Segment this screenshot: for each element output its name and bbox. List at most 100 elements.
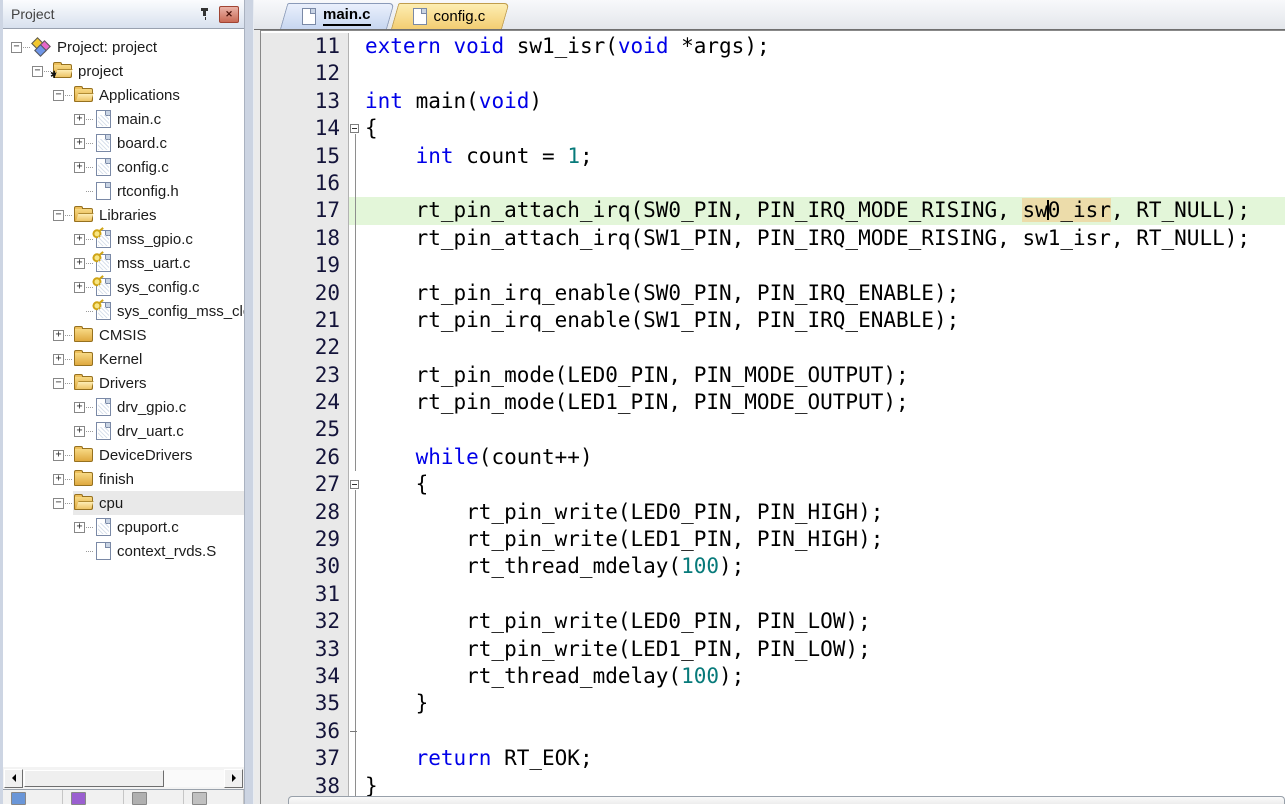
functions-view-tab[interactable] bbox=[124, 790, 184, 804]
code-text[interactable]: rt_pin_write(LED0_PIN, PIN_HIGH); bbox=[363, 499, 1285, 526]
tree-item-drivers[interactable]: −Drivers bbox=[3, 371, 244, 395]
tree-expander[interactable]: − bbox=[53, 90, 64, 101]
code-text[interactable]: rt_thread_mdelay(100); bbox=[363, 553, 1285, 580]
tree-item-project[interactable]: −✱project bbox=[3, 59, 244, 83]
code-text[interactable]: extern void sw1_isr(void *args); bbox=[363, 33, 1285, 60]
tree-item-body[interactable]: context_rvds.S bbox=[94, 539, 244, 563]
code-text[interactable]: int count = 1; bbox=[363, 143, 1285, 170]
tree-item-body[interactable]: Project: project bbox=[31, 35, 244, 59]
tree-item-sys-config-c[interactable]: + sys_config.c bbox=[3, 275, 244, 299]
tree-item-body[interactable]: board.c bbox=[94, 131, 244, 155]
tree-item-body[interactable]: config.c bbox=[94, 155, 244, 179]
templates-view-tab[interactable] bbox=[184, 790, 244, 804]
code-text[interactable] bbox=[363, 252, 1285, 279]
tree-item-main-c[interactable]: + main.c bbox=[3, 107, 244, 131]
tree-item-board-c[interactable]: + board.c bbox=[3, 131, 244, 155]
tree-item-project-project[interactable]: −Project: project bbox=[3, 35, 244, 59]
tree-item-body[interactable]: DeviceDrivers bbox=[73, 443, 244, 467]
code-text[interactable]: rt_pin_irq_enable(SW1_PIN, PIN_IRQ_ENABL… bbox=[363, 307, 1285, 334]
tree-item-body[interactable]: finish bbox=[73, 467, 244, 491]
tree-item-body[interactable]: mss_gpio.c bbox=[94, 227, 244, 251]
code-text[interactable]: rt_thread_mdelay(100); bbox=[363, 663, 1285, 690]
tree-expander[interactable]: − bbox=[53, 210, 64, 221]
docked-pane-edge[interactable] bbox=[288, 796, 1285, 804]
tree-expander[interactable]: + bbox=[74, 522, 85, 533]
tree-item-body[interactable]: cpu bbox=[73, 491, 244, 515]
tree-item-body[interactable]: sys_config.c bbox=[94, 275, 244, 299]
tree-expander[interactable]: + bbox=[53, 330, 64, 341]
books-view-tab[interactable] bbox=[63, 790, 123, 804]
tree-item-finish[interactable]: + finish bbox=[3, 467, 244, 491]
code-text[interactable]: return RT_EOK; bbox=[363, 745, 1285, 772]
tree-expander[interactable]: + bbox=[74, 402, 85, 413]
tree-expander[interactable]: + bbox=[74, 426, 85, 437]
code-view[interactable]: 11extern void sw1_isr(void *args);1213in… bbox=[260, 30, 1285, 804]
tree-item-body[interactable]: rtconfig.h bbox=[94, 179, 244, 203]
scrollbar-thumb[interactable] bbox=[24, 770, 164, 787]
tree-expander[interactable]: + bbox=[53, 474, 64, 485]
tree-expander[interactable]: − bbox=[11, 42, 22, 53]
code-text[interactable] bbox=[363, 170, 1285, 197]
tree-expander[interactable]: + bbox=[74, 114, 85, 125]
tree-item-body[interactable]: cpuport.c bbox=[94, 515, 244, 539]
tree-item-drv-uart-c[interactable]: + drv_uart.c bbox=[3, 419, 244, 443]
tree-expander[interactable]: + bbox=[53, 450, 64, 461]
tree-item-body[interactable]: drv_gpio.c bbox=[94, 395, 244, 419]
fold-collapse-icon[interactable] bbox=[349, 471, 363, 498]
tree-item-context-rvds-s[interactable]: context_rvds.S bbox=[3, 539, 244, 563]
code-text[interactable]: rt_pin_attach_irq(SW1_PIN, PIN_IRQ_MODE_… bbox=[363, 225, 1285, 252]
tree-item-drv-gpio-c[interactable]: + drv_gpio.c bbox=[3, 395, 244, 419]
code-text[interactable]: { bbox=[363, 115, 1285, 142]
tree-item-devicedrivers[interactable]: + DeviceDrivers bbox=[3, 443, 244, 467]
tree-item-sys-config-mss-clc[interactable]: sys_config_mss_clc bbox=[3, 299, 244, 323]
tree-item-body[interactable]: Drivers bbox=[73, 371, 244, 395]
tree-item-body[interactable]: CMSIS bbox=[73, 323, 244, 347]
tree-expander[interactable]: + bbox=[74, 282, 85, 293]
close-icon[interactable] bbox=[219, 6, 239, 23]
tree-item-cpu[interactable]: −cpu bbox=[3, 491, 244, 515]
tree-expander[interactable]: + bbox=[74, 258, 85, 269]
tree-item-body[interactable]: Applications bbox=[73, 83, 244, 107]
code-text[interactable]: while(count++) bbox=[363, 444, 1285, 471]
tree-item-cmsis[interactable]: + CMSIS bbox=[3, 323, 244, 347]
code-text[interactable]: int main(void) bbox=[363, 88, 1285, 115]
code-text[interactable]: } bbox=[363, 690, 1285, 717]
tree-expander[interactable]: − bbox=[53, 378, 64, 389]
code-text[interactable] bbox=[363, 416, 1285, 443]
tree-item-body[interactable]: ✱project bbox=[52, 59, 244, 83]
tree-item-body[interactable]: drv_uart.c bbox=[94, 419, 244, 443]
code-text[interactable]: { bbox=[363, 471, 1285, 498]
code-text[interactable] bbox=[363, 60, 1285, 87]
tree-expander[interactable]: + bbox=[74, 162, 85, 173]
tree-item-config-c[interactable]: + config.c bbox=[3, 155, 244, 179]
fold-collapse-icon[interactable] bbox=[349, 115, 363, 142]
project-view-tab[interactable] bbox=[3, 790, 63, 804]
code-text[interactable] bbox=[363, 718, 1285, 745]
tree-expander[interactable]: + bbox=[53, 354, 64, 365]
tree-expander[interactable]: − bbox=[32, 66, 43, 77]
tree-expander[interactable]: − bbox=[53, 498, 64, 509]
tree-item-body[interactable]: mss_uart.c bbox=[94, 251, 244, 275]
code-text[interactable] bbox=[363, 581, 1285, 608]
tab-config-c[interactable]: config.c bbox=[391, 3, 502, 29]
code-text[interactable]: rt_pin_write(LED1_PIN, PIN_LOW); bbox=[363, 636, 1285, 663]
pin-icon[interactable] bbox=[197, 6, 213, 22]
tree-item-rtconfig-h[interactable]: rtconfig.h bbox=[3, 179, 244, 203]
code-text[interactable]: rt_pin_write(LED1_PIN, PIN_HIGH); bbox=[363, 526, 1285, 553]
tree-expander[interactable]: + bbox=[74, 234, 85, 245]
code-text[interactable]: rt_pin_mode(LED1_PIN, PIN_MODE_OUTPUT); bbox=[363, 389, 1285, 416]
code-text[interactable] bbox=[363, 334, 1285, 361]
tree-item-body[interactable]: sys_config_mss_clc bbox=[94, 299, 244, 323]
tree-item-body[interactable]: Kernel bbox=[73, 347, 244, 371]
code-text[interactable]: rt_pin_irq_enable(SW0_PIN, PIN_IRQ_ENABL… bbox=[363, 280, 1285, 307]
tree-item-applications[interactable]: −Applications bbox=[3, 83, 244, 107]
tree-item-mss-uart-c[interactable]: + mss_uart.c bbox=[3, 251, 244, 275]
tree-item-libraries[interactable]: −Libraries bbox=[3, 203, 244, 227]
tree-item-cpuport-c[interactable]: + cpuport.c bbox=[3, 515, 244, 539]
panel-splitter[interactable] bbox=[244, 0, 254, 804]
code-text[interactable]: rt_pin_mode(LED0_PIN, PIN_MODE_OUTPUT); bbox=[363, 362, 1285, 389]
scroll-left-button[interactable] bbox=[4, 769, 23, 788]
tree-item-body[interactable]: main.c bbox=[94, 107, 244, 131]
code-text[interactable]: rt_pin_write(LED0_PIN, PIN_LOW); bbox=[363, 608, 1285, 635]
tree-expander[interactable]: + bbox=[74, 138, 85, 149]
